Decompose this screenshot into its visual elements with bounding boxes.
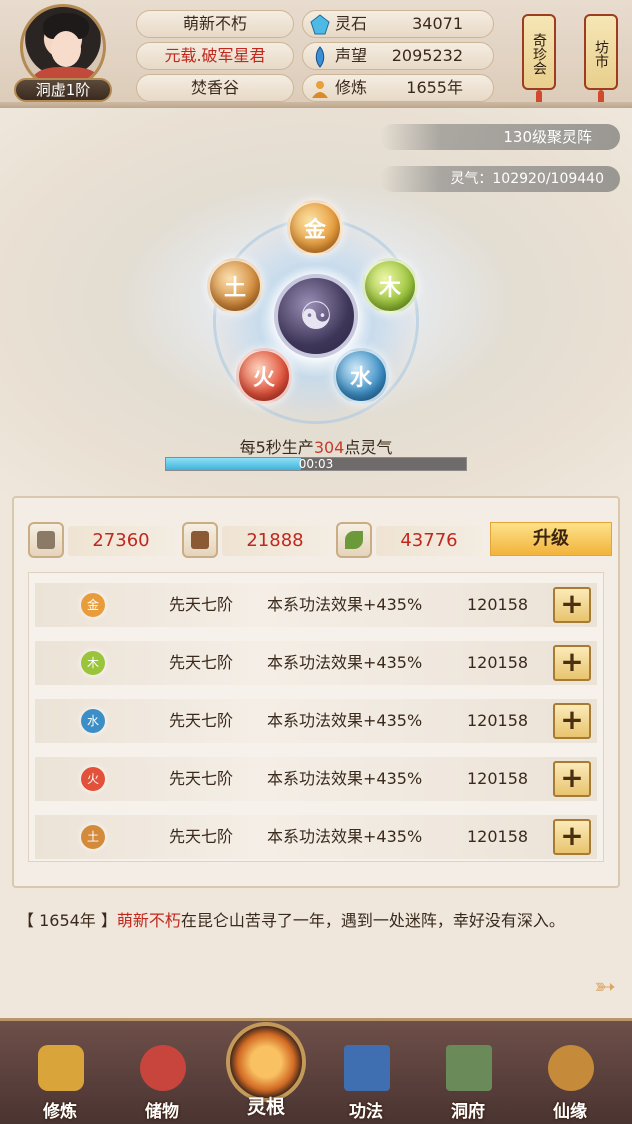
player-sect: 焚香谷	[136, 74, 294, 102]
nav-label: 储物	[145, 1102, 179, 1122]
resource-scroll-value: 27360	[68, 526, 174, 556]
fire-icon: 火	[81, 767, 105, 791]
stat-label: 修炼	[335, 78, 368, 97]
stat-cultivation: 修炼 1655年	[302, 74, 494, 102]
bottom-nav: 修炼 储物 功法 洞府 仙缘	[0, 1018, 632, 1124]
upgrade-metal-button[interactable]: +	[553, 587, 591, 623]
root-effect: 本系功法效果+435%	[267, 653, 423, 672]
market-button[interactable]: 坊市	[584, 14, 618, 110]
wood-icon	[182, 522, 218, 558]
root-cost: 120158	[467, 711, 529, 730]
herb-icon	[336, 522, 372, 558]
nav-label: 功法	[349, 1102, 383, 1122]
fire-orb[interactable]: 火	[236, 348, 292, 404]
upgrade-water-button[interactable]: +	[553, 703, 591, 739]
production-suffix: 点灵气	[344, 438, 393, 457]
production-prefix: 每5秒生产	[239, 438, 314, 457]
timer-text: 00:03	[298, 457, 334, 471]
nav-storage[interactable]: 储物	[122, 1039, 202, 1124]
water-icon: 水	[81, 709, 105, 733]
log-text: 在昆仑山苦寻了一年，遇到一处迷阵，幸好没有深入。	[180, 911, 565, 930]
wood-element-icon: 木	[81, 651, 105, 675]
root-row-fire: 火 先天七阶 本系功法效果+435% 120158 +	[35, 757, 597, 801]
resource-herb-value: 43776	[376, 526, 482, 556]
log-player-name[interactable]: 萌新不朽	[117, 911, 181, 930]
nav-spirit-root-label[interactable]: 灵根	[226, 1092, 306, 1119]
cultivate-icon	[38, 1045, 84, 1091]
root-level: 先天七阶	[169, 827, 234, 846]
nav-label: 仙缘	[553, 1102, 587, 1122]
upgrade-earth-button[interactable]: +	[553, 819, 591, 855]
root-effect: 本系功法效果+435%	[267, 711, 423, 730]
treasure-auction-button[interactable]: 奇珍会	[522, 14, 556, 110]
production-progress-bar: 00:03	[165, 457, 467, 471]
earth-orb[interactable]: 土	[207, 258, 263, 314]
log-year: 【 1654年 】	[18, 911, 117, 930]
production-rate: 每5秒生产304点灵气	[0, 434, 632, 458]
upgrade-wood-button[interactable]: +	[553, 645, 591, 681]
stat-label: 声望	[335, 46, 368, 65]
player-name: 萌新不朽	[136, 10, 294, 38]
book-icon	[344, 1045, 390, 1091]
spirit-root-list: 金 先天七阶 本系功法效果+435% 120158 + 木 先天七阶 本系功法效…	[28, 572, 604, 862]
root-row-water: 水 先天七阶 本系功法效果+435% 120158 +	[35, 699, 597, 743]
resource-wood-value: 21888	[222, 526, 328, 556]
log-next-arrow-icon[interactable]: ➳	[590, 972, 620, 1002]
stat-value: 1655年	[406, 78, 463, 97]
nav-cultivate[interactable]: 修炼	[20, 1039, 100, 1124]
nav-label: 修炼	[43, 1102, 77, 1122]
root-cost: 120158	[467, 827, 529, 846]
root-row-metal: 金 先天七阶 本系功法效果+435% 120158 +	[35, 583, 597, 627]
scroll-icon	[28, 522, 64, 558]
stat-label: 灵石	[335, 14, 368, 33]
cave-icon	[446, 1045, 492, 1091]
metal-orb[interactable]: 金	[287, 200, 343, 256]
stat-value: 2095232	[391, 46, 463, 65]
qi-amount-label: 灵气：102920/109440	[380, 166, 620, 192]
stat-reputation: 声望 2095232	[302, 42, 494, 70]
root-cost: 120158	[467, 595, 529, 614]
array-level-label: 130级聚灵阵	[380, 124, 620, 150]
reputation-icon	[315, 46, 325, 68]
spirit-root-icon[interactable]	[226, 1022, 306, 1102]
cultivation-icon	[312, 81, 328, 98]
water-orb[interactable]: 水	[333, 348, 389, 404]
spirit-stone-icon	[310, 14, 330, 35]
taiji-icon[interactable]: ☯	[274, 274, 358, 358]
upgrade-button[interactable]: 升级	[490, 522, 612, 556]
player-title[interactable]: 元载.破军星君	[136, 42, 294, 70]
nav-fate[interactable]: 仙缘	[530, 1039, 610, 1124]
production-value: 304	[313, 438, 345, 457]
root-cost: 120158	[467, 769, 529, 788]
top-header: 洞虚1阶 萌新不朽 元载.破军星君 焚香谷 灵石 34071 声望 209523…	[0, 0, 632, 110]
nav-techniques[interactable]: 功法	[326, 1039, 406, 1124]
upgrade-fire-button[interactable]: +	[553, 761, 591, 797]
earth-icon: 土	[81, 825, 105, 849]
root-cost: 120158	[467, 653, 529, 672]
stat-spirit-stone: 灵石 34071	[302, 10, 494, 38]
root-effect: 本系功法效果+435%	[267, 827, 423, 846]
root-level: 先天七阶	[169, 711, 234, 730]
gourd-icon	[548, 1045, 594, 1091]
root-level: 先天七阶	[169, 595, 234, 614]
root-row-wood: 木 先天七阶 本系功法效果+435% 120158 +	[35, 641, 597, 685]
taiji-symbol: ☯	[298, 294, 334, 338]
metal-icon: 金	[81, 593, 105, 617]
stat-value: 34071	[412, 14, 463, 33]
wood-orb[interactable]: 木	[362, 258, 418, 314]
nav-label: 洞府	[451, 1102, 485, 1122]
nav-cave[interactable]: 洞府	[428, 1039, 508, 1124]
root-level: 先天七阶	[169, 769, 234, 788]
root-level: 先天七阶	[169, 653, 234, 672]
root-effect: 本系功法效果+435%	[267, 769, 423, 788]
root-row-earth: 土 先天七阶 本系功法效果+435% 120158 +	[35, 815, 597, 859]
realm-badge: 洞虚1阶	[14, 78, 112, 102]
event-log: 【 1654年 】萌新不朽在昆仑山苦寻了一年，遇到一处迷阵，幸好没有深入。	[18, 906, 618, 936]
root-effect: 本系功法效果+435%	[267, 595, 423, 614]
bag-icon	[140, 1045, 186, 1091]
